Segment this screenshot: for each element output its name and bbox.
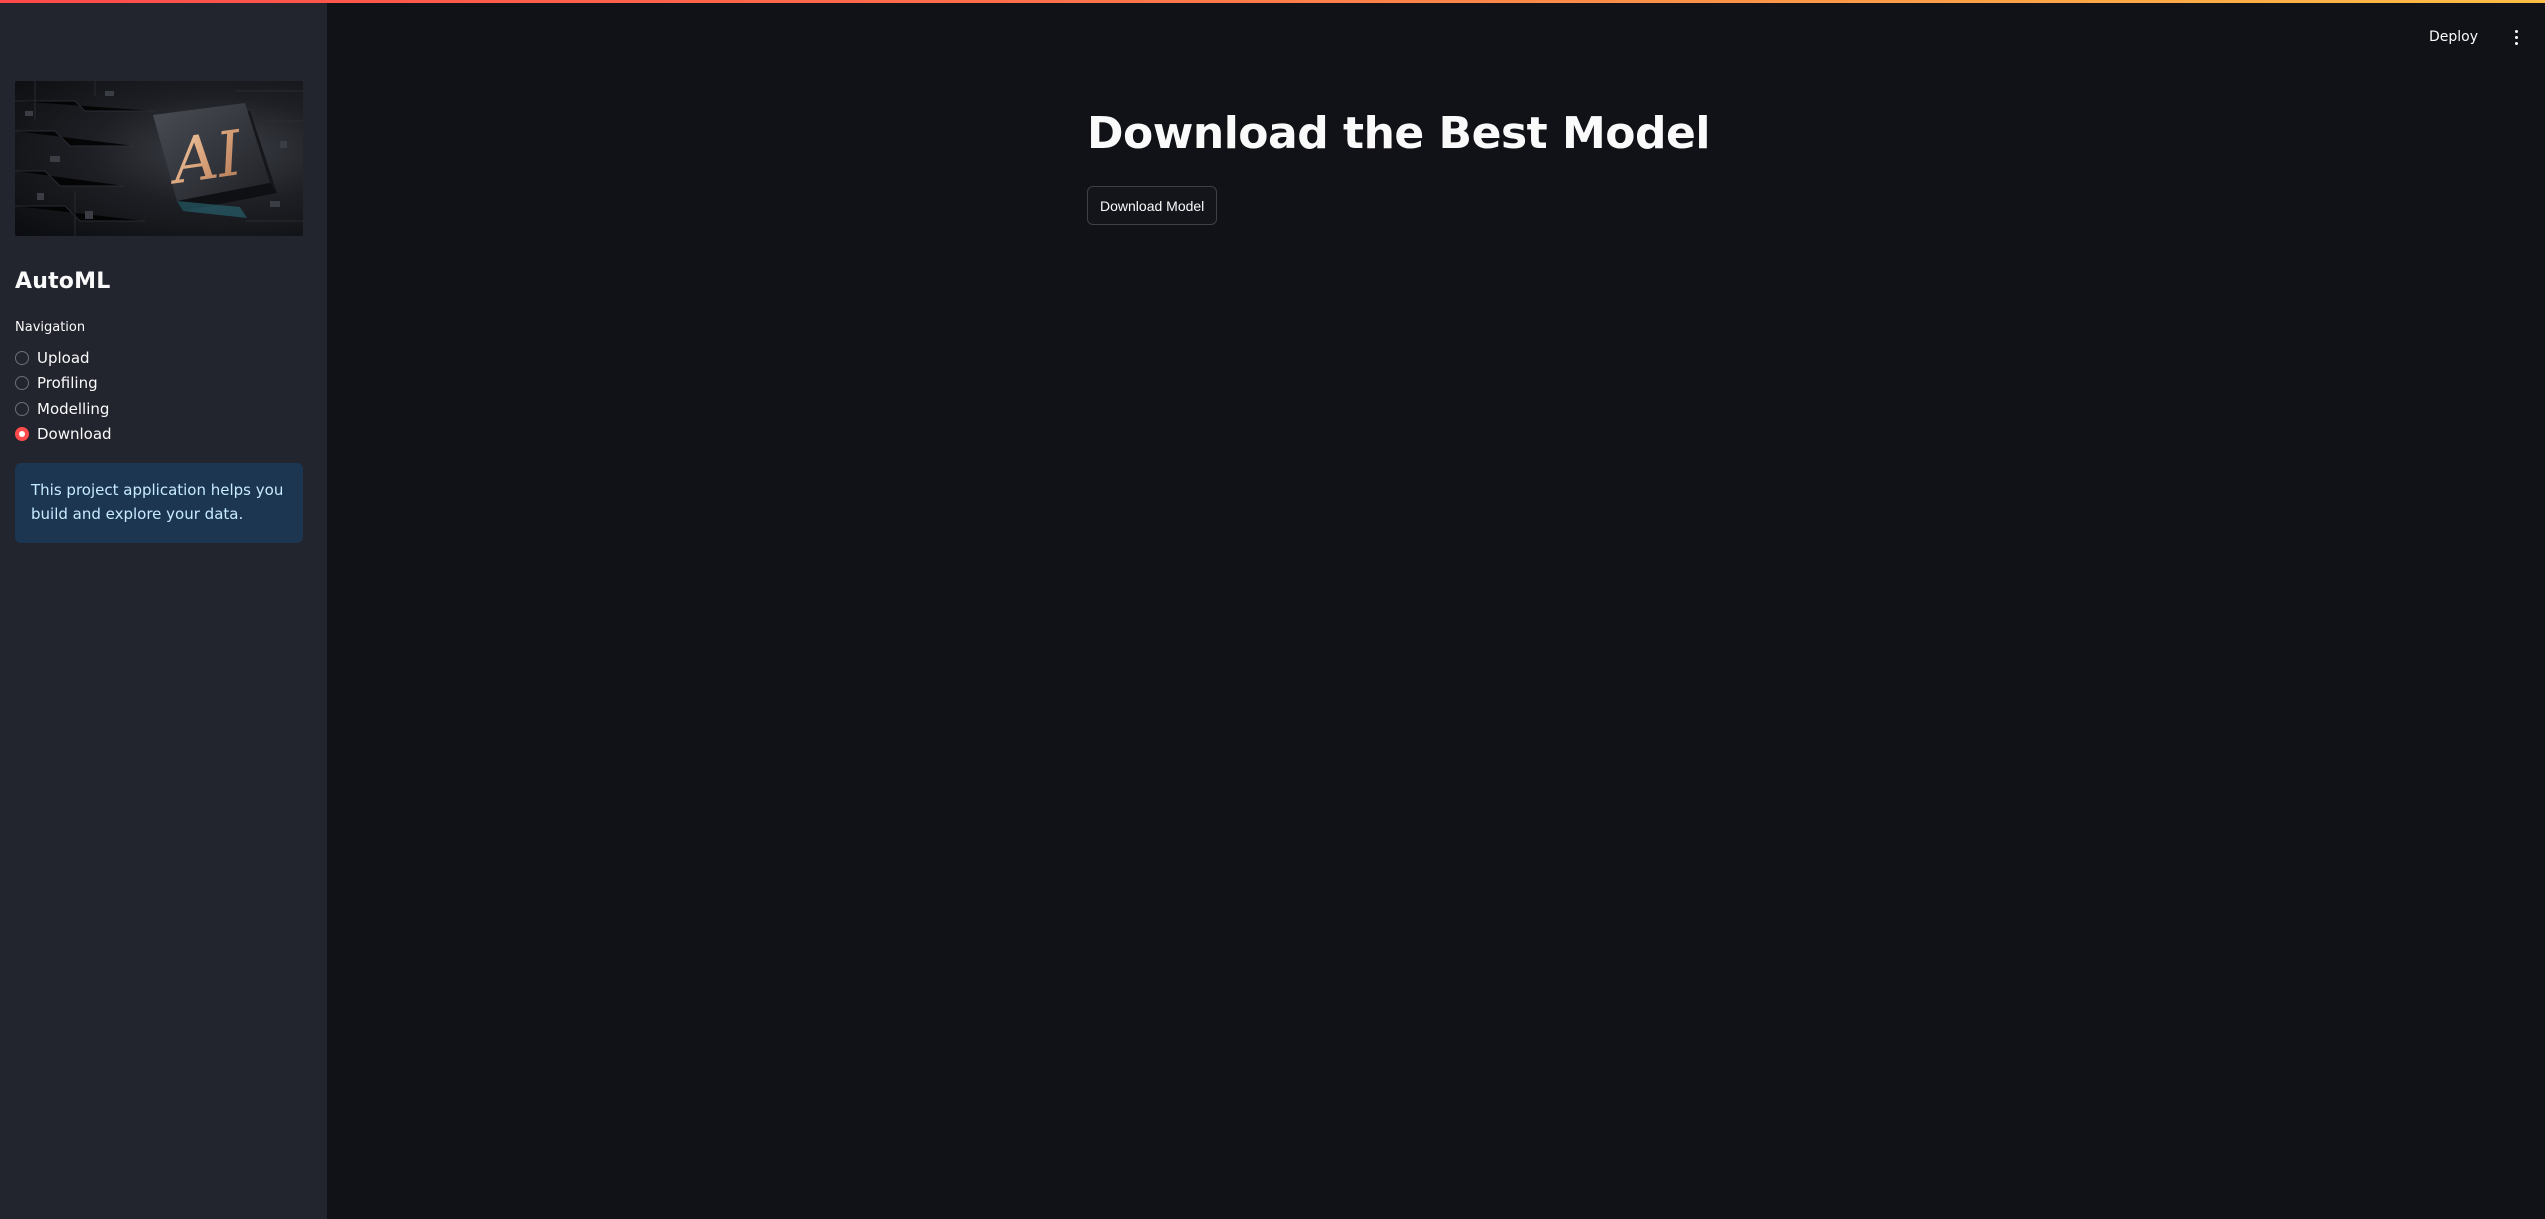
nav-radio-label: Profiling [37,374,98,393]
menu-dot [2514,41,2518,45]
radio-checked-icon[interactable] [15,427,29,442]
kebab-menu-icon[interactable] [2506,24,2526,50]
navigation-radio-group: Upload Profiling Modelling Download [15,345,112,447]
radio-unchecked-icon[interactable] [15,376,29,391]
nav-radio-label: Download [37,425,112,444]
info-alert: This project application helps you build… [15,463,303,543]
nav-radio-label: Modelling [37,399,110,418]
sidebar: AI AutoML Navigation Upload Profiling Mo… [0,0,327,1219]
menu-dot [2514,29,2518,33]
page-title: Download the Best Model [1087,108,1710,159]
radio-unchecked-icon[interactable] [15,350,29,365]
ai-chip-image: AI [15,81,303,236]
top-decoration-bar [0,0,2545,3]
toolbar: Deploy [2419,22,2545,52]
deploy-button[interactable]: Deploy [2419,25,2488,49]
navigation-label: Navigation [15,320,86,335]
nav-radio-upload[interactable]: Upload [15,345,112,371]
app-title: AutoML [15,269,111,294]
nav-radio-profiling[interactable]: Profiling [15,371,112,397]
nav-radio-label: Upload [37,348,90,367]
nav-radio-modelling[interactable]: Modelling [15,396,112,422]
app-root: AI AutoML Navigation Upload Profiling Mo… [0,0,2545,1219]
download-model-button[interactable]: Download Model [1087,186,1218,225]
radio-unchecked-icon[interactable] [15,401,29,416]
svg-text:AI: AI [163,116,248,199]
menu-dot [2514,35,2518,39]
nav-radio-download[interactable]: Download [15,422,112,448]
